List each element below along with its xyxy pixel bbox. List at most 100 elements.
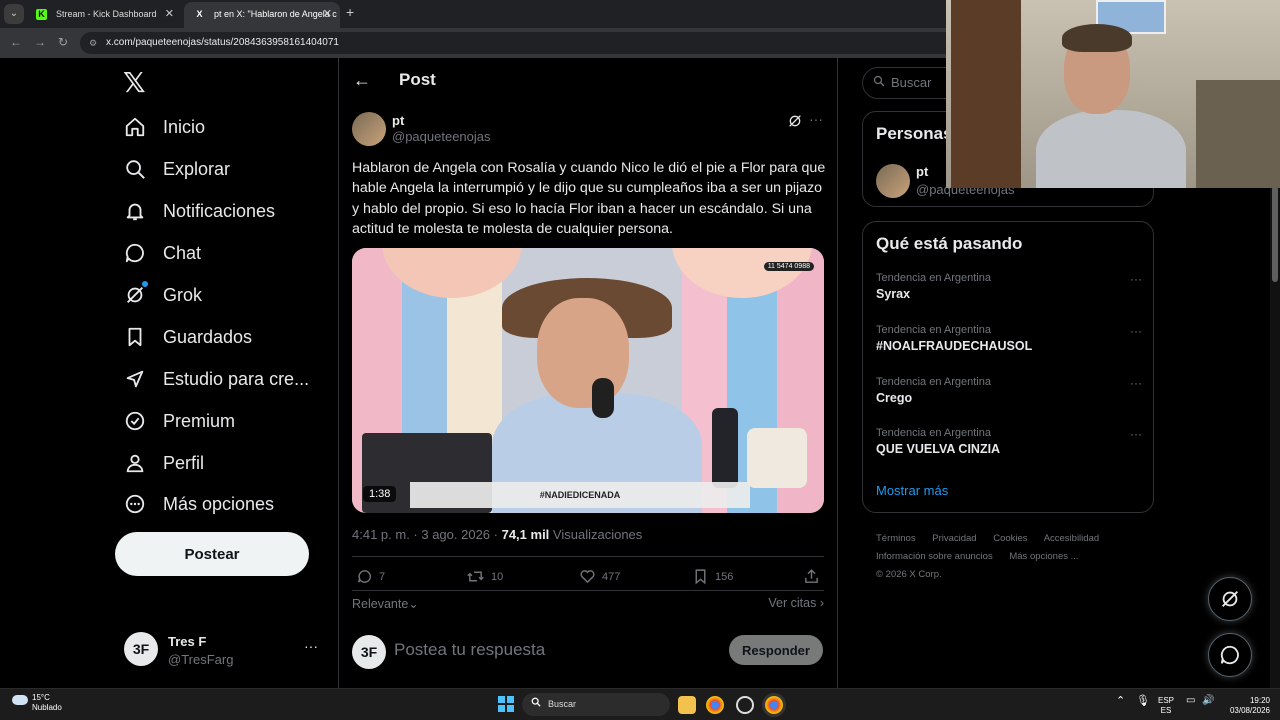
nav-item-premium[interactable]: Premium [124,401,235,441]
scrollbar-thumb[interactable] [1272,186,1278,282]
more-icon[interactable]: ··· [1130,324,1142,338]
more-icon[interactable]: ··· [1130,376,1142,390]
microphone-icon[interactable]: 🎙 [1136,696,1150,707]
footer-link[interactable]: Más opciones ... [1009,551,1078,562]
author-handle[interactable]: @paqueteenojas [392,129,491,144]
chrome-icon[interactable] [706,696,724,714]
trend-item[interactable]: Tendencia en Argentina Syrax ··· [876,272,1142,301]
file-explorer-icon[interactable] [678,696,696,714]
language-code: ESP [1158,696,1175,705]
chevron-down-icon: ⌄ [408,597,419,611]
nav-item-mas-opciones[interactable]: Más opciones [124,484,274,524]
chat-fab-button[interactable] [1208,633,1252,677]
x-logo-icon[interactable]: 𝕏 [123,66,146,99]
more-icon[interactable]: ··· [1130,272,1142,286]
more-icon[interactable]: ··· [809,111,823,127]
author-avatar[interactable] [352,112,386,146]
webcam-person-hair [1062,24,1132,52]
forward-arrow-icon[interactable]: → [34,35,46,49]
taskbar-search[interactable]: Buscar [522,693,670,716]
post-timestamp[interactable]: 4:41 p. m. · 3 ago. 2026 · [352,527,502,542]
avatar: 3F [124,632,158,666]
reply-input[interactable]: Postea tu respuesta [394,640,545,660]
avatar[interactable] [876,164,910,198]
video-phone-number: 11 5474 0988 [763,262,814,271]
view-count: 74,1 mil [501,527,550,542]
account-switcher[interactable]: 3F Tres F @TresFarg ··· [124,632,324,672]
new-tab-button[interactable]: + [346,4,354,20]
network-icon[interactable]: ▭ [1186,696,1195,706]
webcam-overlay [946,0,1280,188]
volume-icon[interactable]: 🔊 [1202,696,1214,706]
taskbar-search-label: Buscar [548,699,577,709]
cup [747,428,807,488]
clock-time: 19:20 [1249,696,1270,705]
author-name[interactable]: pt [392,113,404,128]
nav-item-guardados[interactable]: Guardados [124,317,252,357]
language-indicator[interactable]: ESP ES [1158,696,1174,716]
show-more-link[interactable]: Mostrar más [876,483,948,498]
suggested-user-name[interactable]: pt [916,164,928,179]
reply-submit-button[interactable]: Responder [729,635,823,665]
nav-label: Guardados [163,326,253,347]
nav-item-perfil[interactable]: Perfil [124,443,204,483]
tab-kick-dashboard[interactable]: K Stream - Kick Dashboard ✕ [26,2,182,28]
more-icon[interactable]: ··· [304,638,318,654]
divider [352,590,824,591]
share-button[interactable] [803,568,826,585]
footer-link[interactable]: Cookies [993,533,1027,544]
nav-item-grok[interactable]: Grok [124,275,202,315]
sort-dropdown[interactable]: Relevante⌄ [352,597,419,611]
repost-icon [467,571,484,582]
tab-label: Stream - Kick Dashboard [56,9,157,19]
site-info-icon[interactable]: ⚙ [89,32,97,54]
back-arrow-icon[interactable]: ← [353,70,371,91]
chevron-up-icon[interactable]: ⌃ [1116,696,1125,707]
obs-icon[interactable] [736,696,754,714]
nav-item-chat[interactable]: Chat [124,233,201,273]
footer-link[interactable]: Información sobre anuncios [876,551,993,562]
reply-icon [358,570,372,583]
nav-item-notificaciones[interactable]: Notificaciones [124,191,275,231]
search-icon [531,693,541,716]
grok-fab-button[interactable] [1208,577,1252,621]
more-icon[interactable]: ··· [1130,427,1142,441]
clock[interactable]: 19:20 03/08/2026 [1222,696,1270,716]
chrome-active-icon[interactable] [765,696,783,714]
nav-item-inicio[interactable]: Inicio [124,107,205,147]
tab-search-button[interactable]: ⌄ [4,4,24,24]
post-button[interactable]: Postear [115,532,309,576]
sort-label: Relevante [352,597,409,611]
footer-link[interactable]: Términos [876,533,916,544]
close-tab-icon[interactable]: ✕ [165,2,174,26]
repost-button[interactable]: 10 [466,568,503,585]
grok-icon [1222,591,1238,607]
reply-button[interactable]: 7 [356,568,385,585]
reload-icon[interactable]: ↻ [58,35,68,49]
nav-label: Notificaciones [163,200,276,221]
bookmark-button[interactable]: 156 [692,568,733,585]
page-title: Post [399,70,436,89]
footer-link[interactable]: Privacidad [932,533,976,544]
close-tab-icon[interactable]: ✕ [323,2,332,26]
quotes-link[interactable]: Ver citas › [768,596,824,610]
post-video[interactable]: 11 5474 0988 #NADIEDICENADA 1:38 [352,248,824,513]
tab-x-post[interactable]: X pt en X: "Hablaron de Angela c ✕ [184,2,340,28]
footer-link[interactable]: Accesibilidad [1044,533,1099,544]
trend-item[interactable]: Tendencia en Argentina QUE VUELVA CINZIA… [876,427,1142,456]
search-placeholder: Buscar [891,75,932,90]
address-bar[interactable]: ⚙ x.com/paqueteenojas/status/20843639581… [80,32,980,54]
nav-item-explorar[interactable]: Explorar [124,149,230,189]
home-icon [124,116,146,138]
windows-start-icon[interactable] [498,696,514,717]
like-button[interactable]: 477 [579,568,620,585]
clock-date: 03/08/2026 [1229,706,1270,715]
trend-item[interactable]: Tendencia en Argentina #NOALFRAUDECHAUSO… [876,324,1142,353]
bookmark-icon [124,326,146,348]
weather-widget[interactable]: 15°C Nublado [12,693,62,713]
grok-icon[interactable] [787,113,803,132]
nav-item-estudio[interactable]: Estudio para cre... [124,359,309,399]
trend-item[interactable]: Tendencia en Argentina Crego ··· [876,376,1142,405]
back-arrow-icon[interactable]: ← [10,35,22,49]
trend-context: Tendencia en Argentina [876,376,991,388]
